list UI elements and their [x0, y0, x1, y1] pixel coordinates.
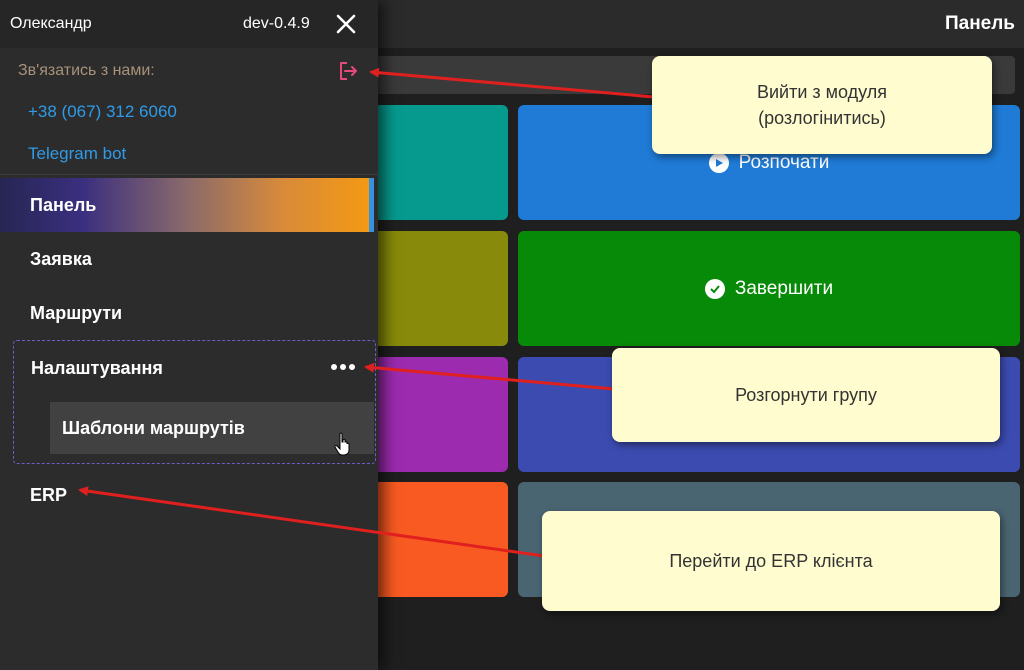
contact-label: Зв'язатись з нами:: [18, 62, 155, 79]
nav-item-label: Налаштування: [31, 358, 163, 378]
callout-logout: Вийти з модуля (розлогінитись): [652, 56, 992, 154]
callout-text: Вийти з модуля (розлогінитись): [756, 81, 888, 128]
close-icon[interactable]: [333, 11, 359, 37]
callout-text: Перейти до ERP клієнта: [669, 550, 873, 571]
callout-text: Розгорнути групу: [735, 384, 877, 405]
navigation-drawer: Олександр dev-0.4.9 Зв'язатись з нами: +…: [0, 0, 378, 670]
start-label: Розпочати: [738, 151, 830, 173]
page-title: Панель: [944, 13, 1015, 34]
callout-erp: Перейти до ERP клієнта: [542, 511, 1000, 611]
finish-label: Завершити: [734, 277, 834, 299]
tile-teal[interactable]: [360, 105, 508, 220]
version-label: dev-0.4.9: [243, 15, 310, 32]
drawer-header: Олександр dev-0.4.9: [0, 0, 378, 48]
nav-item-label: ERP: [30, 485, 68, 505]
user-name: Олександр: [10, 15, 92, 32]
nav-item-label: Шаблони маршрутів: [62, 418, 245, 438]
nav-item-route-templates[interactable]: Шаблони маршрутів: [50, 402, 374, 454]
logout-icon[interactable]: [337, 60, 359, 82]
active-indicator: [369, 178, 374, 232]
tile-finish-button[interactable]: Завершити: [518, 231, 1020, 346]
telegram-link[interactable]: Telegram bot: [28, 144, 126, 164]
nav-item-settings[interactable]: Налаштування: [13, 341, 313, 395]
nav-item-request[interactable]: Заявка: [0, 232, 374, 286]
play-circle-icon: [708, 152, 729, 173]
phone-link[interactable]: +38 (067) 312 6060: [28, 102, 177, 122]
nav-item-routes[interactable]: Маршрути: [0, 286, 374, 340]
nav-item-erp[interactable]: ERP: [0, 468, 374, 522]
nav-item-panel[interactable]: Панель: [0, 178, 374, 232]
hand-cursor-icon: [334, 432, 350, 456]
tile-purple[interactable]: [360, 357, 508, 472]
check-circle-icon: [704, 278, 725, 299]
divider: [0, 174, 378, 175]
nav-item-label: Заявка: [30, 249, 92, 269]
more-horizontal-icon[interactable]: [329, 360, 357, 374]
nav-item-label: Маршрути: [30, 303, 123, 323]
nav-item-label: Панель: [30, 195, 97, 215]
tile-olive[interactable]: [360, 231, 508, 346]
callout-expand-group: Розгорнути групу: [612, 348, 1000, 442]
tile-orange[interactable]: [360, 482, 508, 597]
